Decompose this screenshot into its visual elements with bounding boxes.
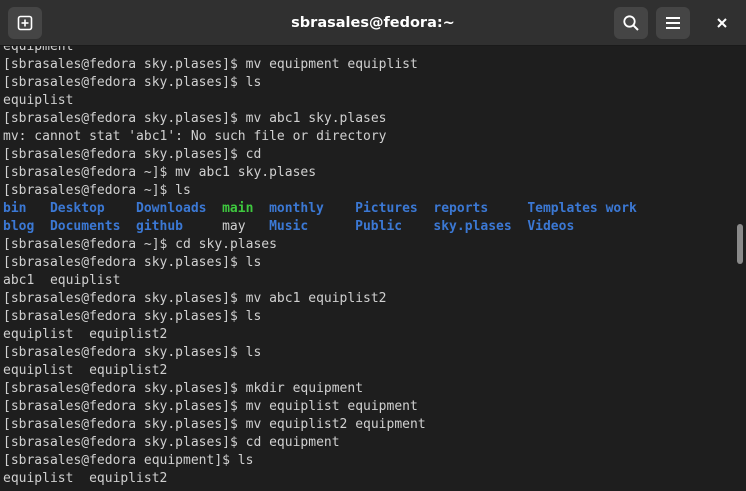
hamburger-icon [666,17,680,29]
terminal-line: [sbrasales@fedora equipment]$ ls [3,453,254,468]
ls-output-row: blog Documents github may Music Public sky.pla… [3,218,645,236]
ls-entry-dir: monthly [269,201,324,216]
ls-entry-dir: Videos [527,219,575,234]
scrollbar[interactable] [734,46,746,491]
terminal-line: [sbrasales@fedora ~]$ cd sky.plases [3,237,277,252]
terminal-line: [sbrasales@fedora sky.plases]$ ls [3,75,262,90]
ls-entry-dir: Pictures [355,201,418,216]
ls-entry-dir: Public [355,219,403,234]
ls-entry-dir: bin [3,201,27,216]
ls-entry-dir: sky.plases [433,219,512,234]
terminal-line: [sbrasales@fedora ~]$ mv abc1 sky.plases [3,165,317,180]
close-button[interactable] [705,7,739,39]
terminal-line: equiplist equiplist2 [3,327,168,342]
ls-entry-dir: Templates [527,201,598,216]
title-bar[interactable]: sbrasales@fedora:~ [0,0,746,46]
terminal-line: [sbrasales@fedora ~]$ ls [3,183,191,198]
ls-entry-file: may [222,219,246,234]
terminal-window: sbrasales@fedora:~ equipment [sbrasales@f… [0,0,746,491]
search-button[interactable] [614,7,648,39]
ls-entry-dir: Downloads [136,201,207,216]
terminal-line: [sbrasales@fedora sky.plases]$ ls [3,309,262,324]
terminal-line: [sbrasales@fedora sky.plases]$ cd equipm… [3,435,340,450]
terminal-line: [sbrasales@fedora sky.plases]$ mv equipl… [3,417,426,432]
ls-entry-exec: main [222,201,254,216]
terminal-line: mv: cannot stat 'abc1': No such file or … [3,129,387,144]
magnifier-icon [623,15,639,31]
scrollbar-thumb[interactable] [737,224,743,264]
menu-button[interactable] [656,7,690,39]
terminal-line: [sbrasales@fedora sky.plases]$ mv abc1 s… [3,111,387,126]
terminal-line: equiplist equiplist2 [3,363,168,378]
ls-entry-dir: github [136,219,183,234]
ls-entry-dir: reports [433,201,489,216]
terminal-line: equiplist equiplist2 [3,471,168,486]
ls-entry-dir: Music [269,219,309,234]
terminal-line: [sbrasales@fedora sky.plases]$ ls [3,345,262,360]
terminal-line: [sbrasales@fedora sky.plases]$ ls [3,255,262,270]
terminal-lines: equipment [sbrasales@fedora sky.plases]$ … [3,46,645,488]
ls-entry-dir: blog [3,219,35,234]
terminal-output[interactable]: equipment [sbrasales@fedora sky.plases]$ … [0,46,730,491]
terminal-line: [sbrasales@fedora sky.plases]$ mv equipl… [3,399,418,414]
ls-entry-dir: Desktop [49,201,105,216]
x-icon [717,18,727,28]
terminal-line: abc1 equiplist [3,273,121,288]
terminal-line: equipment [3,46,74,54]
ls-output-row: bin Desktop Downloads main monthly Pictures re… [3,200,645,218]
ls-entry-dir: Documents [49,219,121,234]
terminal-line: equiplist [3,93,74,108]
terminal-line: [sbrasales@fedora sky.plases]$ mv abc1 e… [3,291,387,306]
ls-entry-dir: work [605,201,637,216]
terminal-line: [sbrasales@fedora sky.plases]$ cd [3,147,262,162]
terminal-line: [sbrasales@fedora sky.plases]$ mkdir equ… [3,381,364,396]
terminal-line: [sbrasales@fedora sky.plases]$ mv equipm… [3,57,418,72]
